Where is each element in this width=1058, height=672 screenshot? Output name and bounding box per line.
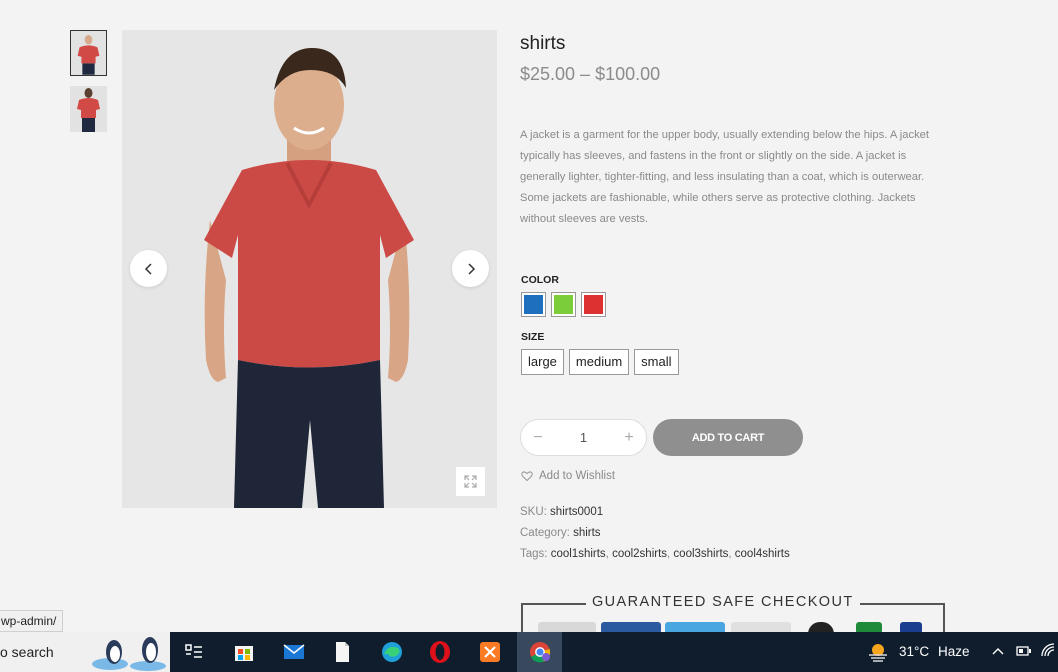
size-options: large medium small: [521, 349, 679, 375]
tags-label: Tags:: [520, 548, 548, 560]
category-label: Category:: [520, 527, 570, 539]
sku-value: shirts0001: [550, 506, 604, 518]
quantity-stepper: − 1 +: [520, 419, 647, 456]
heart-icon: [521, 471, 533, 482]
quantity-plus-button[interactable]: +: [622, 429, 636, 447]
chevron-right-icon: [467, 262, 475, 275]
battery-icon[interactable]: [1016, 645, 1032, 657]
size-option-small[interactable]: small: [634, 349, 679, 375]
product-tags: Tags: cool1shirts, cool2shirts, cool3shi…: [520, 548, 790, 560]
sku-label: SKU:: [520, 506, 547, 518]
size-option-large[interactable]: large: [521, 349, 564, 375]
product-category: Category: shirts: [520, 527, 601, 539]
color-swatches: [521, 292, 606, 317]
main-product-image[interactable]: [122, 30, 497, 508]
weather-description[interactable]: Haze: [938, 644, 970, 659]
mail-icon[interactable]: [280, 638, 308, 666]
taskbar-search-text: o search: [0, 644, 54, 660]
status-bar-url: wp-admin/: [0, 610, 64, 632]
model-photo: [122, 30, 497, 508]
weather-temperature[interactable]: 31°C: [899, 644, 929, 659]
size-label: SIZE: [521, 331, 545, 343]
product-description: A jacket is a garment for the upper body…: [520, 129, 930, 225]
xampp-icon[interactable]: [476, 638, 504, 666]
size-option-medium[interactable]: medium: [568, 349, 630, 375]
color-swatch-red[interactable]: [581, 292, 606, 317]
tag-link[interactable]: cool2shirts: [612, 548, 667, 560]
color-swatch-blue[interactable]: [521, 292, 546, 317]
tag-link[interactable]: cool1shirts: [551, 548, 606, 560]
tag-link[interactable]: cool3shirts: [673, 548, 728, 560]
add-to-wishlist-link[interactable]: Add to Wishlist: [521, 470, 615, 482]
next-image-button[interactable]: [452, 250, 489, 287]
edge-icon[interactable]: [378, 638, 406, 666]
add-to-cart-button[interactable]: ADD TO CART: [653, 419, 803, 456]
chevron-up-icon[interactable]: [991, 646, 1005, 656]
product-title: shirts: [520, 33, 566, 54]
quantity-input[interactable]: 1: [580, 430, 587, 445]
expand-icon: [464, 475, 477, 488]
color-swatch-green[interactable]: [551, 292, 576, 317]
opera-icon[interactable]: [426, 638, 454, 666]
category-link[interactable]: shirts: [573, 527, 600, 539]
wifi-icon[interactable]: [1040, 642, 1056, 658]
chevron-left-icon: [144, 262, 152, 275]
weather-sun-icon: [869, 644, 887, 662]
safe-checkout-title: GUARANTEED SAFE CHECKOUT: [586, 594, 860, 610]
quantity-minus-button[interactable]: −: [531, 429, 545, 447]
task-view-icon[interactable]: [180, 638, 208, 666]
product-sku: SKU: shirts0001: [520, 506, 603, 518]
file-icon[interactable]: [328, 638, 356, 666]
prev-image-button[interactable]: [130, 250, 167, 287]
tag-link[interactable]: cool4shirts: [735, 548, 790, 560]
microsoft-store-icon[interactable]: [230, 638, 258, 666]
chrome-icon[interactable]: [526, 638, 554, 666]
penguins-icon: [92, 637, 166, 671]
wishlist-label: Add to Wishlist: [539, 470, 616, 482]
zoom-image-button[interactable]: [456, 467, 485, 496]
thumbnail-back[interactable]: [70, 86, 107, 132]
product-price: $25.00 – $100.00: [520, 64, 661, 84]
taskbar: o search 31°C Haze: [0, 632, 1058, 672]
color-label: COLOR: [521, 274, 559, 286]
thumbnail-front[interactable]: [70, 30, 107, 76]
taskbar-search-box[interactable]: o search: [0, 632, 170, 672]
